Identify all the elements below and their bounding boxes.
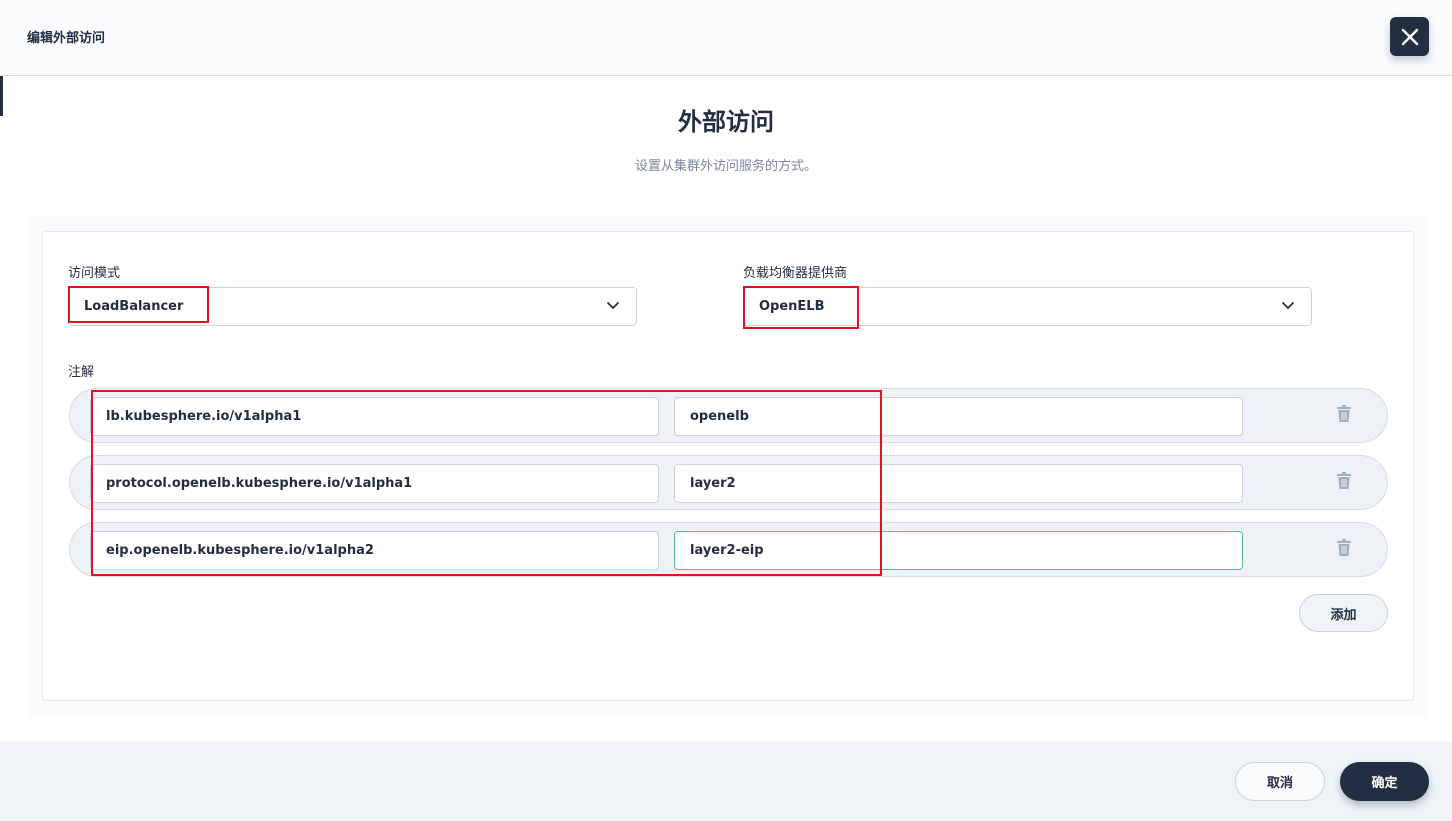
access-mode-label: 访问模式 <box>68 266 121 281</box>
lb-provider-label: 负载均衡器提供商 <box>743 266 848 281</box>
lb-provider-select[interactable]: OpenELB <box>743 287 1312 326</box>
annotation-key-input[interactable]: lb.kubesphere.io/v1alpha1 <box>90 397 659 436</box>
chevron-down-icon <box>1282 302 1294 309</box>
annotation-key-input[interactable]: eip.openelb.kubesphere.io/v1alpha2 <box>90 531 659 570</box>
close-button[interactable] <box>1390 17 1429 56</box>
trash-icon[interactable] <box>1336 472 1352 490</box>
cancel-button[interactable]: 取消 <box>1235 762 1325 801</box>
access-mode-select[interactable]: LoadBalancer <box>68 287 637 326</box>
confirm-button[interactable]: 确定 <box>1340 762 1429 801</box>
access-mode-value: LoadBalancer <box>84 299 184 314</box>
section-title: 外部访问 <box>678 108 774 136</box>
annotation-value-input[interactable]: openelb <box>674 397 1243 436</box>
dialog-title: 编辑外部访问 <box>27 31 106 46</box>
annotations-label: 注解 <box>68 365 95 380</box>
dialog-header: 编辑外部访问 <box>0 0 1452 76</box>
add-annotation-button[interactable]: 添加 <box>1299 594 1388 632</box>
chevron-down-icon <box>607 302 619 309</box>
trash-icon[interactable] <box>1336 539 1352 557</box>
annotation-value-input[interactable]: layer2-eip <box>674 531 1243 570</box>
close-icon <box>1401 28 1418 45</box>
annotation-key-input[interactable]: protocol.openelb.kubesphere.io/v1alpha1 <box>90 464 659 503</box>
section-description: 设置从集群外访问服务的方式。 <box>634 159 817 174</box>
lb-provider-value: OpenELB <box>759 299 825 314</box>
trash-icon[interactable] <box>1336 405 1352 423</box>
annotation-value-input[interactable]: layer2 <box>674 464 1243 503</box>
